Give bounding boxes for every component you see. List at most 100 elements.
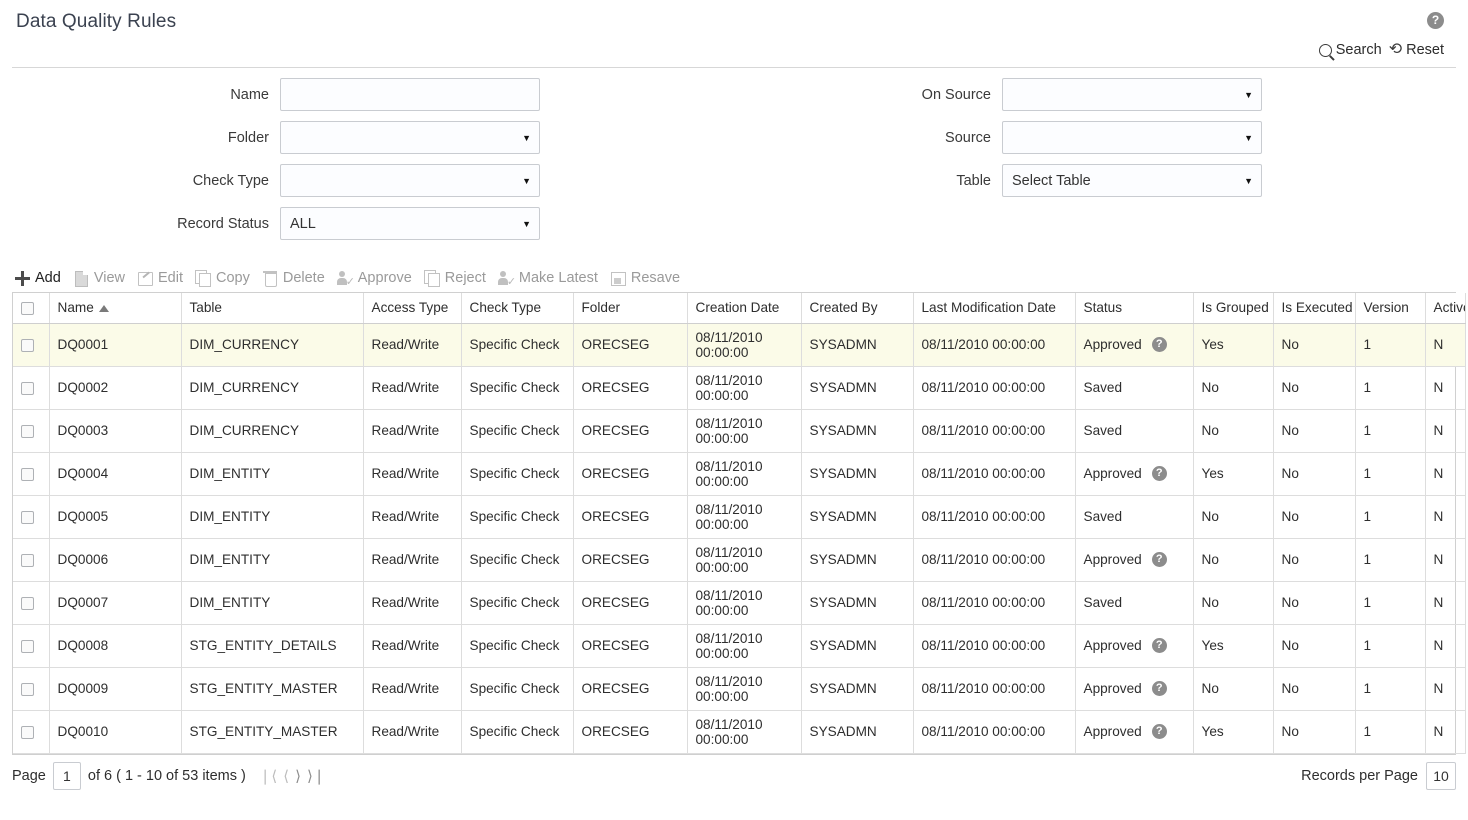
cell-table: DIM_ENTITY bbox=[181, 538, 364, 582]
field-table: Table Select Table ▼ bbox=[772, 164, 1284, 197]
status-help-icon[interactable]: ? bbox=[1151, 552, 1167, 567]
cell-creation-date: 08/11/2010 00:00:00 bbox=[687, 366, 802, 410]
row-checkbox[interactable] bbox=[21, 510, 34, 524]
records-per-page-input[interactable] bbox=[1426, 762, 1456, 790]
column-header-table[interactable]: Table bbox=[181, 293, 364, 324]
column-header-folder[interactable]: Folder bbox=[573, 293, 688, 324]
row-checkbox[interactable] bbox=[21, 639, 34, 653]
row-checkbox[interactable] bbox=[21, 467, 34, 481]
help-circle-icon[interactable]: ? bbox=[1427, 12, 1444, 29]
chevron-down-icon: ▼ bbox=[1244, 89, 1253, 100]
field-name-label: Name bbox=[230, 86, 269, 103]
table-row[interactable]: DQ0010 STG_ENTITY_MASTER Read/Write Specifi… bbox=[13, 710, 1466, 754]
toolbar-button-label: Copy bbox=[215, 270, 250, 286]
cell-last-modification-date: 08/11/2010 00:00:00 bbox=[913, 409, 1076, 453]
cell-check-type: Specific Check bbox=[461, 409, 574, 453]
previous-page-button[interactable]: ⟨ bbox=[283, 767, 289, 785]
source-select[interactable]: ▼ bbox=[1002, 121, 1262, 154]
status-badge: Approved? bbox=[1084, 681, 1185, 696]
status-help-icon[interactable]: ? bbox=[1151, 724, 1167, 739]
table-row[interactable]: DQ0001 DIM_CURRENCY Read/Write Specific Che… bbox=[13, 323, 1466, 367]
row-checkbox[interactable] bbox=[21, 381, 34, 395]
folder-select[interactable]: ▼ bbox=[280, 121, 540, 154]
column-header-is-grouped[interactable]: Is Grouped bbox=[1193, 293, 1274, 324]
check-type-select[interactable]: ▼ bbox=[280, 164, 540, 197]
copy-icon bbox=[194, 270, 211, 287]
row-select-cell bbox=[13, 452, 50, 496]
toolbar-copy-button: Copy bbox=[193, 270, 255, 287]
person-check-icon: ✓ bbox=[497, 270, 516, 288]
status-help-icon[interactable]: ? bbox=[1151, 337, 1167, 352]
status-help-icon[interactable]: ? bbox=[1151, 466, 1167, 481]
cell-name: DQ0007 bbox=[49, 581, 182, 625]
row-checkbox[interactable] bbox=[21, 553, 34, 567]
table-row[interactable]: DQ0008 STG_ENTITY_DETAILS Read/Write Specif… bbox=[13, 624, 1466, 668]
toolbar-delete-button: Delete bbox=[260, 270, 330, 287]
cell-is-grouped: No bbox=[1193, 409, 1274, 453]
check-mark-icon: ✓ bbox=[345, 276, 355, 288]
table-row[interactable]: DQ0004 DIM_ENTITY Read/Write Specific Check… bbox=[13, 452, 1466, 496]
row-checkbox[interactable] bbox=[21, 682, 34, 696]
cell-active: N bbox=[1425, 323, 1466, 367]
column-header-is-executed[interactable]: Is Executed bbox=[1273, 293, 1356, 324]
cell-name: DQ0005 bbox=[49, 495, 182, 539]
data-quality-rules-page: Data Quality Rules ? Search ⟳ Reset Name… bbox=[0, 0, 1468, 820]
table-row[interactable]: DQ0005 DIM_ENTITY Read/Write Specific Check… bbox=[13, 495, 1466, 539]
page-number-input[interactable] bbox=[52, 762, 81, 790]
last-page-button[interactable]: ⟩❘ bbox=[307, 767, 325, 785]
chevron-down-icon: ▼ bbox=[522, 132, 531, 143]
status-help-icon[interactable]: ? bbox=[1151, 681, 1167, 696]
status-badge: Approved? bbox=[1084, 638, 1185, 653]
row-select-cell bbox=[13, 624, 50, 668]
search-button[interactable]: Search bbox=[1318, 42, 1382, 58]
column-header-access-type[interactable]: Access Type bbox=[363, 293, 462, 324]
table-row[interactable]: DQ0007 DIM_ENTITY Read/Write Specific Check… bbox=[13, 581, 1466, 625]
row-checkbox[interactable] bbox=[21, 338, 34, 352]
cell-last-modification-date: 08/11/2010 00:00:00 bbox=[913, 366, 1076, 410]
column-header-status[interactable]: Status bbox=[1075, 293, 1194, 324]
table-row[interactable]: DQ0006 DIM_ENTITY Read/Write Specific Check… bbox=[13, 538, 1466, 582]
status-help-icon[interactable]: ? bbox=[1151, 638, 1167, 653]
field-name: Name bbox=[12, 78, 552, 111]
cell-last-modification-date: 08/11/2010 00:00:00 bbox=[913, 667, 1076, 711]
table-row[interactable]: DQ0003 DIM_CURRENCY Read/Write Specific Che… bbox=[13, 409, 1466, 453]
chevron-down-icon: ▼ bbox=[522, 218, 531, 229]
first-page-button[interactable]: ❘⟨ bbox=[259, 767, 277, 785]
save-icon bbox=[610, 270, 626, 286]
cell-created-by: SYSADMN bbox=[801, 667, 914, 711]
column-header-created-by[interactable]: Created By bbox=[801, 293, 914, 324]
cell-check-type: Specific Check bbox=[461, 452, 574, 496]
column-header-name[interactable]: Name bbox=[49, 293, 182, 324]
table-row[interactable]: DQ0002 DIM_CURRENCY Read/Write Specific Che… bbox=[13, 366, 1466, 410]
column-header-active[interactable]: Active bbox=[1425, 293, 1466, 324]
next-page-button[interactable]: ⟩ bbox=[295, 767, 301, 785]
record-status-select[interactable]: ALL ▼ bbox=[280, 207, 540, 240]
cell-last-modification-date: 08/11/2010 00:00:00 bbox=[913, 624, 1076, 668]
cell-name: DQ0006 bbox=[49, 538, 182, 582]
cell-created-by: SYSADMN bbox=[801, 495, 914, 539]
column-header-version[interactable]: Version bbox=[1355, 293, 1426, 324]
toolbar-add-button[interactable]: Add bbox=[12, 270, 66, 286]
row-checkbox[interactable] bbox=[21, 596, 34, 610]
column-header-last-modification-date[interactable]: Last Modification Date bbox=[913, 293, 1076, 324]
pencil-icon bbox=[137, 270, 153, 286]
plus-icon bbox=[14, 270, 30, 286]
reset-button[interactable]: ⟳ Reset bbox=[1389, 41, 1444, 58]
column-header-creation-date[interactable]: Creation Date bbox=[687, 293, 802, 324]
cell-name: DQ0001 bbox=[49, 323, 182, 367]
name-input[interactable] bbox=[280, 78, 540, 111]
row-checkbox[interactable] bbox=[21, 424, 34, 438]
cell-is-executed: No bbox=[1273, 624, 1356, 668]
table-row[interactable]: DQ0009 STG_ENTITY_MASTER Read/Write Specifi… bbox=[13, 667, 1466, 711]
row-select-cell bbox=[13, 366, 50, 410]
column-header-check-type[interactable]: Check Type bbox=[461, 293, 574, 324]
on-source-select[interactable]: ▼ bbox=[1002, 78, 1262, 111]
sort-ascending-icon bbox=[98, 305, 109, 313]
select-all-checkbox[interactable] bbox=[21, 302, 34, 316]
cell-created-by: SYSADMN bbox=[801, 581, 914, 625]
cell-folder: ORECSEG bbox=[573, 667, 688, 711]
status-badge: Approved? bbox=[1084, 466, 1185, 481]
row-checkbox[interactable] bbox=[21, 725, 34, 739]
document-icon bbox=[73, 270, 89, 287]
table-select[interactable]: Select Table ▼ bbox=[1002, 164, 1262, 197]
